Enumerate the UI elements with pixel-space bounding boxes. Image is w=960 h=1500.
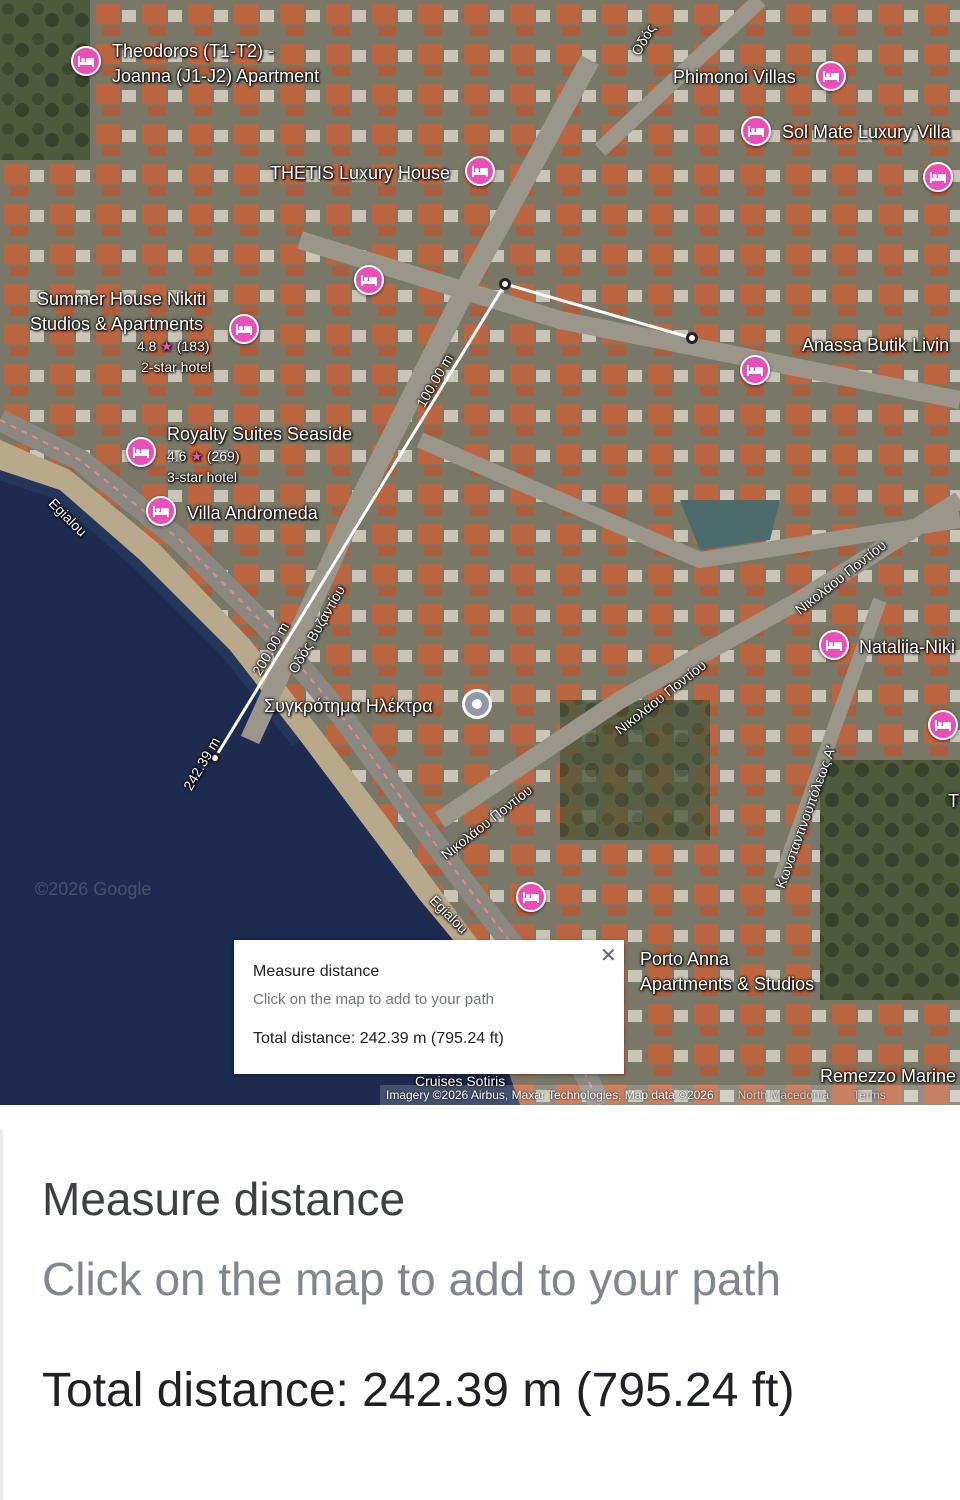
zoomed-subtitle: Click on the map to add to your path (42, 1253, 781, 1305)
hotel-pin[interactable] (126, 437, 156, 467)
measure-distance-popup: Measure distance Click on the map to add… (234, 940, 624, 1074)
hotel-pin[interactable] (465, 156, 495, 186)
place-label-porto-anna-2[interactable]: Apartments & Studios (640, 973, 814, 995)
hotel-pin[interactable] (71, 46, 101, 76)
panel-edge (0, 1130, 3, 1500)
region-label: North Macedonia (737, 1088, 830, 1102)
hotel-pin[interactable] (923, 162, 953, 192)
imagery-credit: Imagery ©2026 Airbus, Maxar Technologies… (386, 1088, 714, 1102)
bed-icon (236, 324, 252, 335)
place-label-summer-house[interactable]: Summer House Nikiti (37, 288, 206, 310)
star-icon: ★ (190, 448, 203, 464)
measure-node[interactable] (686, 332, 698, 344)
bed-icon (133, 447, 149, 458)
place-label-remezzo[interactable]: Remezzo Marine (820, 1065, 956, 1087)
zoomed-title: Measure distance (42, 1173, 406, 1225)
zoomed-total-distance: Total distance: 242.39 m (795.24 ft) (42, 1364, 795, 1417)
hotel-pin[interactable] (516, 882, 546, 912)
popup-subtitle: Click on the map to add to your path (253, 991, 494, 1008)
measure-node[interactable] (499, 278, 511, 290)
map-attribution: Imagery ©2026 Airbus, Maxar Technologies… (380, 1085, 960, 1105)
rating-value: 4.6 (167, 448, 187, 464)
satellite-map[interactable]: 100.00 m 200.00 m 242.39 m Egialou Egial… (0, 0, 960, 1105)
bed-icon (153, 506, 169, 517)
bed-icon (747, 365, 763, 376)
bed-icon (935, 720, 951, 731)
close-icon[interactable]: ✕ (600, 943, 617, 968)
hotel-pin[interactable] (741, 116, 771, 146)
bed-icon (826, 640, 842, 651)
terms-link[interactable]: Terms (853, 1088, 886, 1102)
bed-icon (523, 892, 539, 903)
place-pin-ilektra[interactable] (462, 689, 492, 719)
place-label-anassa[interactable]: Anassa Butik Livin (802, 334, 949, 356)
star-icon: ★ (160, 338, 173, 354)
rating-royalty: 4.6 ★ (269) (167, 448, 240, 464)
place-label-ilektra[interactable]: Συγκρότημα Ηλέκτρα (264, 695, 433, 717)
place-label-joanna[interactable]: Joanna (J1-J2) Apartment (112, 65, 319, 87)
place-label-royalty[interactable]: Royalty Suites Seaside (167, 423, 352, 445)
bed-icon (361, 275, 377, 286)
hotel-pin[interactable] (928, 710, 958, 740)
bed-icon (472, 166, 488, 177)
place-label-phimonoi[interactable]: Phimonoi Villas (673, 66, 796, 88)
place-label-villa-andromeda[interactable]: Villa Andromeda (187, 502, 318, 524)
review-count: (269) (206, 448, 240, 464)
place-label-porto-anna[interactable]: Porto Anna (640, 948, 729, 970)
hotel-class: 3-star hotel (167, 469, 238, 485)
hotel-pin[interactable] (354, 265, 384, 295)
google-watermark: ©2026 Google (35, 879, 152, 899)
place-label-summer-house-2[interactable]: Studios & Apartments (30, 313, 203, 335)
popup-total-distance: Total distance: 242.39 m (795.24 ft) (253, 1030, 504, 1047)
place-label-thetis[interactable]: THETIS Luxury House (270, 162, 450, 184)
hotel-pin[interactable] (819, 630, 849, 660)
hotel-pin[interactable] (146, 496, 176, 526)
place-label-sol-mate[interactable]: Sol Mate Luxury Villa (782, 121, 951, 143)
street-label-edge: T (948, 791, 959, 811)
hotel-pin[interactable] (740, 355, 770, 385)
review-count: (183) (176, 338, 210, 354)
hotel-pin[interactable] (229, 314, 259, 344)
bed-icon (930, 172, 946, 183)
bed-icon (78, 56, 94, 67)
bed-icon (748, 126, 764, 137)
rating-value: 4.8 (137, 338, 157, 354)
hotel-pin[interactable] (816, 61, 846, 91)
bed-icon (823, 71, 839, 82)
hotel-class: 2-star hotel (141, 359, 212, 375)
place-label-theodoros[interactable]: Theodoros (T1-T2) - (112, 40, 274, 62)
popup-title: Measure distance (253, 963, 380, 980)
place-label-nataliia[interactable]: Nataliia-Niki (859, 636, 955, 658)
rating-summer-house: 4.8 ★ (183) (137, 338, 210, 354)
